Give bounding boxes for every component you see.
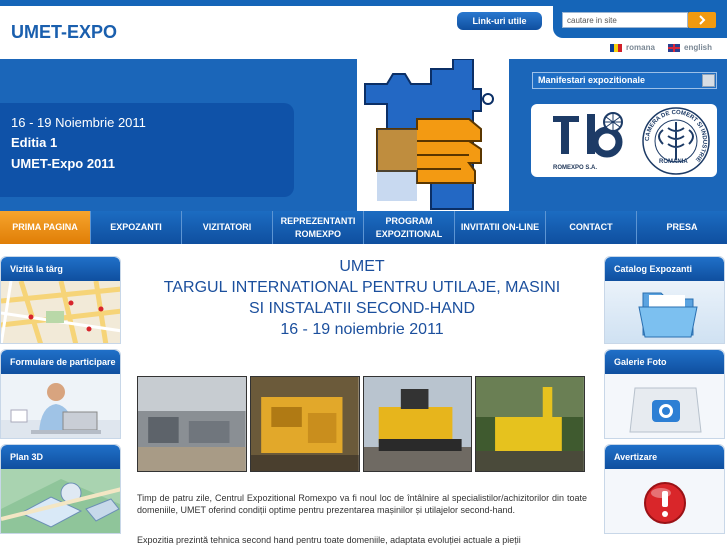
warning-card[interactable]: Avertizare — [604, 444, 725, 534]
plan-3d-icon — [1, 469, 120, 533]
visit-fair-title: Vizită la târg — [1, 257, 120, 281]
heading-fair-line2: SI INSTALATII SECOND-HAND — [248, 300, 476, 317]
ccir-country-label: ROMANIA — [659, 159, 688, 165]
event-dates: 16 - 19 Noiembrie 2011 — [11, 115, 146, 130]
nav-contact[interactable]: CONTACT — [546, 211, 637, 244]
participation-forms-title: Formulare de participare — [1, 350, 120, 374]
office-worker-image — [1, 374, 120, 438]
dropdown-arrow-icon[interactable] — [702, 74, 715, 87]
partner-logos: ROMEXPO S.A. CAMERA DE COMERT SI INDUSTR… — [531, 104, 717, 177]
person-laptop-icon — [1, 374, 120, 438]
exhibitions-select-value: Manifestari expozitionale — [538, 75, 646, 85]
plan-3d-card[interactable]: Plan 3D — [0, 444, 121, 534]
event-name: UMET-Expo 2011 — [11, 156, 116, 171]
romania-flag-icon — [610, 43, 622, 52]
photo-gallery-title: Galerie Foto — [605, 350, 724, 374]
catalog-card[interactable]: Catalog Expozanti — [604, 256, 725, 344]
warning-image — [605, 469, 724, 533]
nav-reprezentanti-romexpo[interactable]: REPREZENTANTI ROMEXPO — [273, 211, 364, 244]
lang-romana-link[interactable]: romana — [610, 43, 655, 52]
useful-links-button[interactable]: Link-uri utile — [457, 12, 542, 30]
folder-icon — [638, 292, 698, 338]
visit-fair-card[interactable]: Vizită la târg — [0, 256, 121, 344]
exhibitions-select[interactable]: Manifestari expozitionale — [532, 72, 717, 89]
catalog-title: Catalog Expozanti — [605, 257, 724, 281]
event-heading: UMET TARGUL INTERNATIONAL PENTRU UTILAJE… — [134, 256, 590, 340]
lang-romana-label: romana — [626, 43, 655, 52]
photo-drill[interactable] — [475, 376, 585, 472]
nav-vizitatori[interactable]: VIZITATORI — [182, 211, 273, 244]
city-map-image — [1, 280, 120, 343]
nav-presa[interactable]: PRESA — [637, 211, 727, 244]
catalog-image — [605, 281, 724, 343]
plan-3d-image — [1, 469, 120, 533]
description-paragraph: Expozitia prezintă tehnica second hand p… — [137, 535, 521, 545]
nav-program-expozitional[interactable]: PROGRAM EXPOZITIONAL — [364, 211, 455, 244]
main-navigation: PRIMA PAGINA EXPOZANTI VIZITATORI REPREZ… — [0, 211, 727, 244]
exclamation-icon — [644, 482, 686, 524]
search-button[interactable] — [688, 12, 716, 28]
workshop-photo-icon — [138, 377, 246, 471]
event-edition: Editia 1 — [11, 135, 58, 150]
photo-workshop[interactable] — [137, 376, 247, 472]
uk-flag-icon — [668, 43, 680, 52]
chevron-right-icon — [699, 15, 706, 25]
drill-photo-icon — [476, 377, 584, 471]
warning-title: Avertizare — [605, 445, 724, 469]
photo-strip — [137, 376, 585, 472]
nav-expozanti[interactable]: EXPOZANTI — [91, 211, 182, 244]
plan-3d-title: Plan 3D — [1, 445, 120, 469]
ccir-seal-icon: CAMERA DE COMERT SI INDUSTRIE — [642, 107, 710, 175]
site-title[interactable]: UMET-EXPO — [11, 22, 117, 43]
nav-prima-pagina[interactable]: PRIMA PAGINA — [0, 211, 91, 244]
nav-invitatii-online[interactable]: INVITATII ON-LINE — [455, 211, 546, 244]
photo-paver[interactable] — [362, 376, 473, 472]
photo-engine[interactable] — [249, 376, 360, 472]
lang-english-label: english — [684, 43, 713, 52]
photo-gallery-card[interactable]: Galerie Foto — [604, 349, 725, 439]
umet-logo-icon — [364, 58, 494, 210]
paver-photo-icon — [363, 377, 472, 471]
search-input[interactable] — [562, 12, 688, 28]
camera-icon — [629, 387, 702, 433]
participation-forms-card[interactable]: Formulare de participare — [0, 349, 121, 439]
romexpo-logo-icon — [553, 112, 623, 158]
romexpo-label: ROMEXPO S.A. — [553, 165, 598, 171]
photo-gallery-image — [605, 374, 724, 438]
heading-dates: 16 - 19 noiembrie 2011 — [280, 321, 444, 338]
engine-photo-icon — [250, 377, 359, 471]
heading-umet: UMET — [339, 258, 385, 275]
umet-logo — [357, 58, 509, 211]
lang-english-link[interactable]: english — [668, 43, 712, 52]
heading-fair-line1: TARGUL INTERNATIONAL PENTRU UTILAJE, MAS… — [163, 279, 561, 296]
intro-paragraph: Timp de patru zile, Centrul Expozitional… — [137, 493, 587, 515]
map-icon — [1, 280, 120, 343]
